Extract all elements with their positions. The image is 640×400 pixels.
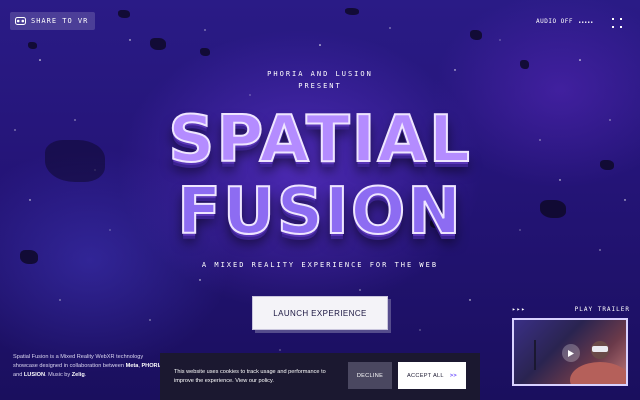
accept-all-label: ACCEPT ALL (407, 372, 444, 379)
credit-meta: Meta (125, 363, 139, 369)
credit-zelig: Zelig (71, 372, 85, 378)
launch-experience-button[interactable]: LAUNCH EXPERIENCE (252, 296, 388, 330)
play-trailer-label: PLAY TRAILER (574, 306, 630, 313)
asteroid (150, 38, 166, 50)
audio-label: AUDIO OFF (536, 18, 574, 25)
play-button[interactable] (562, 344, 580, 362)
asteroid (600, 160, 614, 170)
menu-icon[interactable] (612, 18, 622, 28)
vr-headset-icon (15, 17, 26, 25)
credit-lusion: LUSION (23, 372, 46, 378)
description-text: and (13, 372, 24, 378)
cookie-text: This website uses cookies to track usage… (174, 368, 326, 384)
presenter-credit: PHORIA AND LUSION PRESENT (220, 68, 420, 92)
title-fusion: FUSION (176, 174, 463, 250)
asteroid (45, 140, 105, 182)
double-arrow-icon: >> (449, 372, 457, 379)
asteroid (200, 48, 210, 56)
title-spatial: SPATIAL (167, 102, 472, 178)
play-icon (568, 349, 574, 357)
description-text: . (84, 372, 87, 378)
description-text: Spatial Fusion is a Mixed Reality WebXR … (13, 354, 144, 369)
asteroid (20, 250, 38, 264)
audio-wave-icon (579, 21, 593, 23)
asteroid (118, 10, 130, 18)
asteroid (520, 60, 529, 69)
play-arrows-icon: ▸▸▸ (512, 306, 526, 313)
play-trailer-link[interactable]: ▸▸▸ PLAY TRAILER (512, 306, 630, 313)
presenter-line: PRESENT (298, 82, 342, 90)
accept-all-cookies-button[interactable]: ACCEPT ALL >> (398, 362, 466, 389)
decline-cookies-button[interactable]: DECLINE (348, 362, 392, 389)
cookie-banner: This website uses cookies to track usage… (160, 353, 480, 400)
trailer-thumbnail[interactable] (512, 318, 628, 386)
audio-toggle[interactable]: AUDIO OFF (536, 18, 593, 25)
share-to-vr-button[interactable]: SHARE TO VR (10, 12, 96, 30)
description-text: . Music by (45, 372, 72, 378)
project-description: Spatial Fusion is a Mixed Reality WebXR … (13, 353, 165, 380)
asteroid (470, 30, 482, 40)
asteroid (28, 42, 37, 49)
tagline: A MIXED REALITY EXPERIENCE FOR THE WEB (201, 261, 439, 269)
asteroid (540, 200, 566, 218)
share-to-vr-label: SHARE TO VR (31, 17, 89, 25)
asteroid (345, 8, 359, 15)
presenter-line: PHORIA AND LUSION (267, 70, 373, 78)
